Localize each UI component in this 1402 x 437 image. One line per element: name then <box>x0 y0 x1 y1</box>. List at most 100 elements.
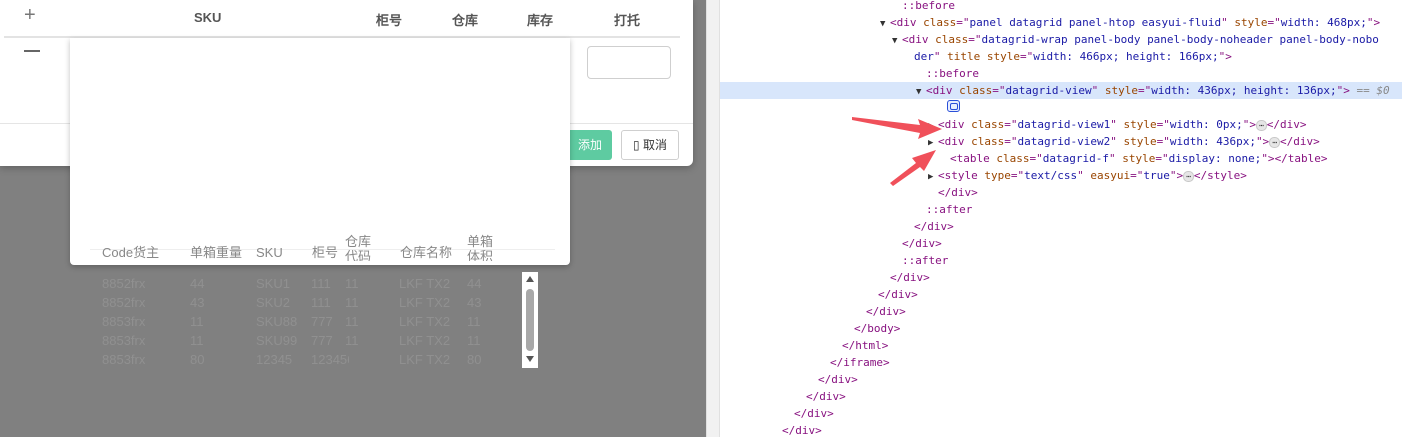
dom-node-line[interactable]: </div> <box>720 235 1402 252</box>
dom-token: width: 468px; <box>1280 16 1367 29</box>
background-grid-cell: 43 <box>190 295 205 310</box>
dom-node-line[interactable]: ::after <box>720 252 1402 269</box>
dom-token: </div> <box>866 305 906 318</box>
dom-node-line[interactable]: der" title style="width: 466px; height: … <box>720 48 1402 65</box>
dom-token: =" <box>1155 152 1169 165</box>
cancel-button[interactable]: ▯ 取消 <box>621 130 679 160</box>
dom-token: class <box>971 135 1005 148</box>
background-grid-cell: 777 <box>311 333 333 348</box>
dom-token: </div> <box>902 237 942 250</box>
dom-node-line[interactable]: ▶ <style type="text/css" easyui="true"> ⋯ <… <box>720 167 1402 184</box>
dom-node-line[interactable]: ▼ <div class="datagrid-wrap panel-body pa… <box>720 31 1402 48</box>
dom-token: </style> <box>1193 169 1247 182</box>
background-grid-cell: 8852frx <box>102 295 146 310</box>
background-grid-cell: 8853frx <box>102 314 146 329</box>
remove-row-minus-icon[interactable] <box>24 50 40 52</box>
background-grid-cell: LKF TX2 <box>399 314 451 329</box>
collapsed-content-ellipsis-icon[interactable]: ⋯ <box>1183 170 1194 182</box>
dom-token: text/css <box>1024 169 1078 182</box>
dom-token: class <box>959 84 993 97</box>
dom-node-line[interactable]: ▶ <div class="datagrid-view2" style="widt… <box>720 133 1402 150</box>
background-grid-cell: LKF TX2 <box>399 333 451 348</box>
dropdown-column-header: SKU <box>256 245 283 260</box>
dom-node-line[interactable] <box>720 99 1402 116</box>
dom-node-line[interactable]: </div> <box>720 184 1402 201</box>
dom-token: title style <box>947 50 1020 63</box>
dom-node-line[interactable]: </body> <box>720 320 1402 337</box>
dom-token: <div <box>902 33 936 46</box>
dom-node-line[interactable]: </div> <box>720 422 1402 437</box>
dom-token: =" <box>1004 135 1018 148</box>
cancel-button-label: 取消 <box>642 138 667 152</box>
background-grid-cell: SKU2 <box>256 295 290 310</box>
dom-node-line[interactable]: ▶ <div class="datagrid-view1" style="widt… <box>720 116 1402 133</box>
dom-token: =" <box>1029 152 1043 165</box>
dom-node-line[interactable]: ::before <box>720 0 1402 14</box>
dom-token: </div> <box>914 220 954 233</box>
background-grid-cell: LKF TX2 <box>399 295 451 310</box>
dom-node-line[interactable]: ::after <box>720 201 1402 218</box>
dom-node-line[interactable]: </div> <box>720 388 1402 405</box>
dom-node-line[interactable]: </div> <box>720 371 1402 388</box>
background-grid-cell: LKF TX2 <box>399 276 451 291</box>
background-grid-cell: 11 <box>190 314 204 329</box>
dom-node-line[interactable]: <table class="datagrid-f" style="display… <box>720 150 1402 167</box>
devtools-splitter[interactable] <box>706 0 720 437</box>
dom-token: ::before <box>926 67 979 80</box>
dom-token: type <box>984 169 1011 182</box>
dom-token: "> <box>1255 135 1270 148</box>
dom-token: =" <box>1156 118 1170 131</box>
dom-node-line[interactable]: </div> <box>720 303 1402 320</box>
dom-token: </body> <box>854 322 901 335</box>
dropdown-column-header: 仓库名称 <box>400 245 453 260</box>
dom-token: =" <box>1130 169 1144 182</box>
dom-node-line[interactable]: ▼ <div class="panel datagrid panel-htop e… <box>720 14 1402 31</box>
collapsed-content-ellipsis-icon[interactable]: ⋯ <box>1255 119 1267 131</box>
dom-node-line[interactable]: </div> <box>720 269 1402 286</box>
background-grid-cell: 8853frx <box>102 333 146 348</box>
background-grid-cell: 11 <box>467 333 481 348</box>
dom-node-line[interactable]: </html> <box>720 337 1402 354</box>
background-grid-cell: 11 <box>345 276 359 291</box>
dom-token: </table> <box>1274 152 1328 165</box>
dom-token: </div> <box>1280 135 1320 148</box>
background-grid-cell: 11 <box>467 314 481 329</box>
dom-token: class <box>996 152 1030 165</box>
dom-token: "> <box>1261 152 1275 165</box>
background-grid-cell: 111 <box>311 295 331 310</box>
dom-node-line[interactable]: </div> <box>720 286 1402 303</box>
dom-node-line[interactable]: </iframe> <box>720 354 1402 371</box>
dom-node-selected[interactable]: ▼ <div class="datagrid-view" style="width… <box>720 82 1402 99</box>
background-grid-cell: 11 <box>345 333 359 348</box>
background-grid-cell: 11 <box>345 314 359 329</box>
pallet-input[interactable] <box>587 46 671 79</box>
dom-token: "> <box>1336 84 1350 97</box>
scroll-up-arrow-icon[interactable] <box>526 276 534 282</box>
dropdown-scrollbar[interactable] <box>522 272 538 368</box>
dom-token: </div> <box>782 424 822 437</box>
scroll-thumb[interactable] <box>526 289 534 351</box>
dropdown-column-header: 仓库代码 <box>345 234 372 261</box>
dom-token: " <box>1108 152 1123 165</box>
column-header-stock: 库存 <box>527 13 554 28</box>
column-header-cabinet: 柜号 <box>376 13 403 28</box>
column-header-sku: SKU <box>194 10 222 25</box>
dom-token: true <box>1143 169 1170 182</box>
dom-token: datagrid-f <box>1042 152 1109 165</box>
dom-token: display: none; <box>1168 152 1262 165</box>
scroll-down-arrow-icon[interactable] <box>526 356 534 362</box>
add-row-plus-icon[interactable]: + <box>24 4 36 27</box>
dom-token: </iframe> <box>830 356 890 369</box>
dom-token: </div> <box>890 271 930 284</box>
dropdown-column-header: 单箱重量 <box>190 245 243 260</box>
dom-token: =" <box>1010 169 1025 182</box>
devtools-elements-panel: ··· ::before▼<div class="panel datagrid … <box>720 0 1402 437</box>
dom-node-line[interactable]: </div> <box>720 218 1402 235</box>
dom-token: </div> <box>818 373 858 386</box>
sku-dropdown-panel: Code货主 单箱重量 SKU 柜号 仓库代码 仓库名称 单箱体积 <box>70 38 570 265</box>
dom-node-line[interactable]: </div> <box>720 405 1402 422</box>
dom-node-line[interactable]: ::before <box>720 65 1402 82</box>
dom-token: style <box>1122 152 1156 165</box>
collapsed-content-ellipsis-icon[interactable]: ⋯ <box>1269 136 1281 148</box>
background-grid-cell: SKU99 <box>256 333 298 348</box>
